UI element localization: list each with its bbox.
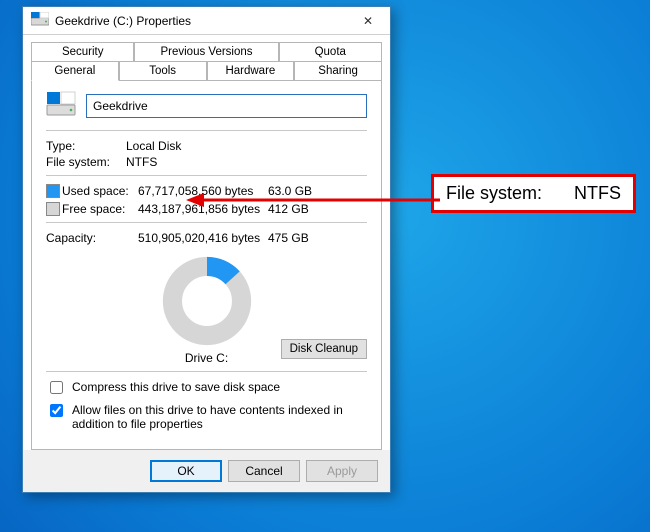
filesystem-label: File system: xyxy=(46,155,126,169)
tab-previous-versions[interactable]: Previous Versions xyxy=(134,42,278,61)
close-icon: ✕ xyxy=(363,14,373,28)
callout-label: File system: xyxy=(446,183,542,204)
tab-security[interactable]: Security xyxy=(31,42,134,61)
compress-checkbox-row[interactable]: Compress this drive to save disk space xyxy=(46,380,367,397)
drive-icon xyxy=(31,12,49,29)
callout-value: NTFS xyxy=(574,183,621,204)
used-space-label: Used space: xyxy=(62,184,138,198)
capacity-human: 475 GB xyxy=(268,231,367,245)
free-swatch-icon xyxy=(46,202,60,216)
compress-label: Compress this drive to save disk space xyxy=(72,380,280,394)
close-button[interactable]: ✕ xyxy=(346,7,390,35)
capacity-label: Capacity: xyxy=(46,231,138,245)
index-checkbox[interactable] xyxy=(50,404,63,417)
filesystem-value: NTFS xyxy=(126,155,157,169)
drive-label: Drive C: xyxy=(185,351,228,365)
tab-sharing[interactable]: Sharing xyxy=(294,61,382,81)
free-space-label: Free space: xyxy=(62,202,138,216)
usage-donut-chart xyxy=(159,253,255,349)
window-title: Geekdrive (C:) Properties xyxy=(55,14,346,28)
properties-dialog: Geekdrive (C:) Properties ✕ Security Pre… xyxy=(22,6,391,493)
tab-strip: Security Previous Versions Quota General… xyxy=(23,35,390,450)
tab-general[interactable]: General xyxy=(31,61,119,81)
tab-tools[interactable]: Tools xyxy=(119,61,207,81)
drive-glyph-icon xyxy=(46,91,76,120)
tab-quota[interactable]: Quota xyxy=(279,42,382,61)
type-value: Local Disk xyxy=(126,139,181,153)
type-label: Type: xyxy=(46,139,126,153)
tab-hardware[interactable]: Hardware xyxy=(207,61,295,81)
annotation-callout: File system: NTFS xyxy=(431,174,636,213)
ok-button[interactable]: OK xyxy=(150,460,222,482)
capacity-bytes: 510,905,020,416 bytes xyxy=(138,231,268,245)
cancel-button[interactable]: Cancel xyxy=(228,460,300,482)
compress-checkbox[interactable] xyxy=(50,381,63,394)
dialog-button-row: OK Cancel Apply xyxy=(23,450,390,492)
drive-name-input[interactable] xyxy=(86,94,367,118)
used-swatch-icon xyxy=(46,184,60,198)
index-label: Allow files on this drive to have conten… xyxy=(72,403,367,431)
disk-cleanup-button[interactable]: Disk Cleanup xyxy=(281,339,367,359)
general-panel: Type: Local Disk File system: NTFS Used … xyxy=(31,80,382,450)
titlebar[interactable]: Geekdrive (C:) Properties ✕ xyxy=(23,7,390,35)
apply-button[interactable]: Apply xyxy=(306,460,378,482)
index-checkbox-row[interactable]: Allow files on this drive to have conten… xyxy=(46,403,367,431)
annotation-arrow-icon xyxy=(186,190,440,210)
